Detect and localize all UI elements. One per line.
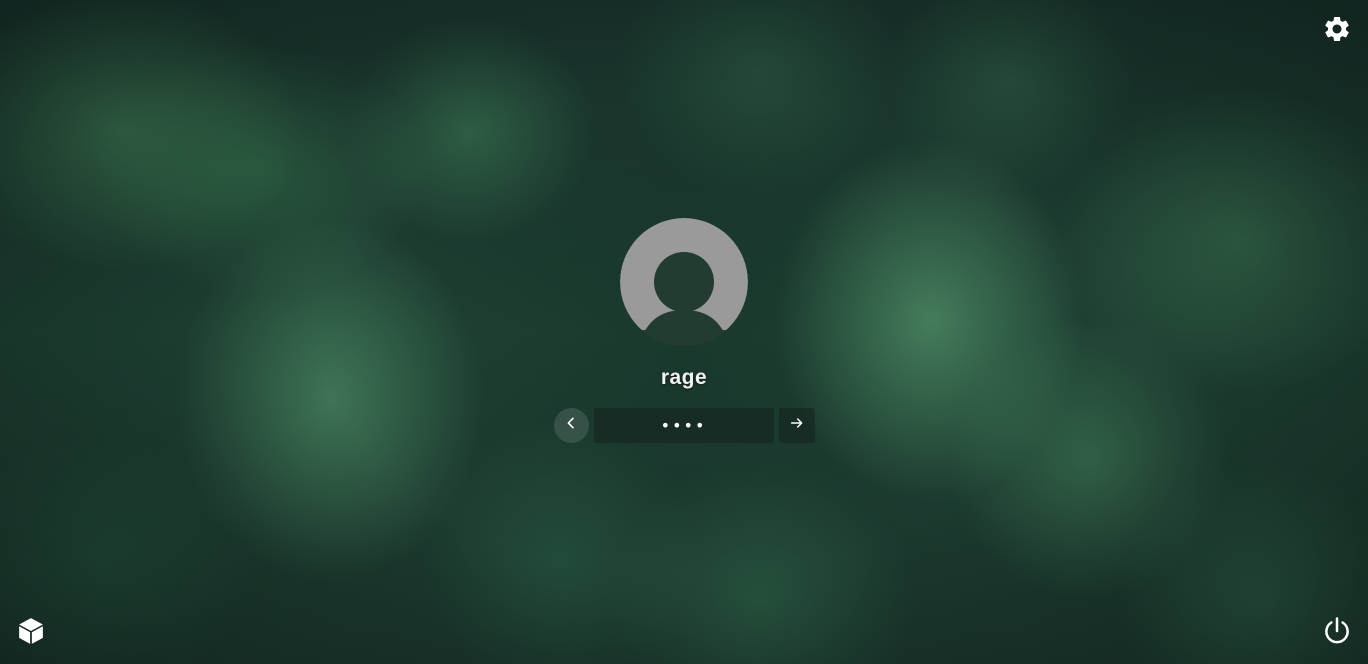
submit-button[interactable]	[778, 408, 815, 443]
password-input[interactable]	[593, 408, 774, 443]
power-icon	[1322, 616, 1352, 651]
power-button[interactable]	[1320, 616, 1354, 650]
cube-icon	[18, 617, 44, 650]
user-avatar	[620, 218, 748, 346]
username-label: rage	[660, 366, 708, 389]
session-button[interactable]	[16, 617, 46, 650]
back-button[interactable]	[553, 408, 589, 443]
gear-icon	[1322, 14, 1352, 49]
password-row	[553, 408, 815, 443]
user-avatar-placeholder-icon	[620, 218, 748, 346]
settings-button[interactable]	[1320, 14, 1354, 48]
login-panel: rage	[0, 218, 1368, 443]
chevron-left-icon	[563, 415, 579, 436]
arrow-right-icon	[789, 415, 805, 436]
